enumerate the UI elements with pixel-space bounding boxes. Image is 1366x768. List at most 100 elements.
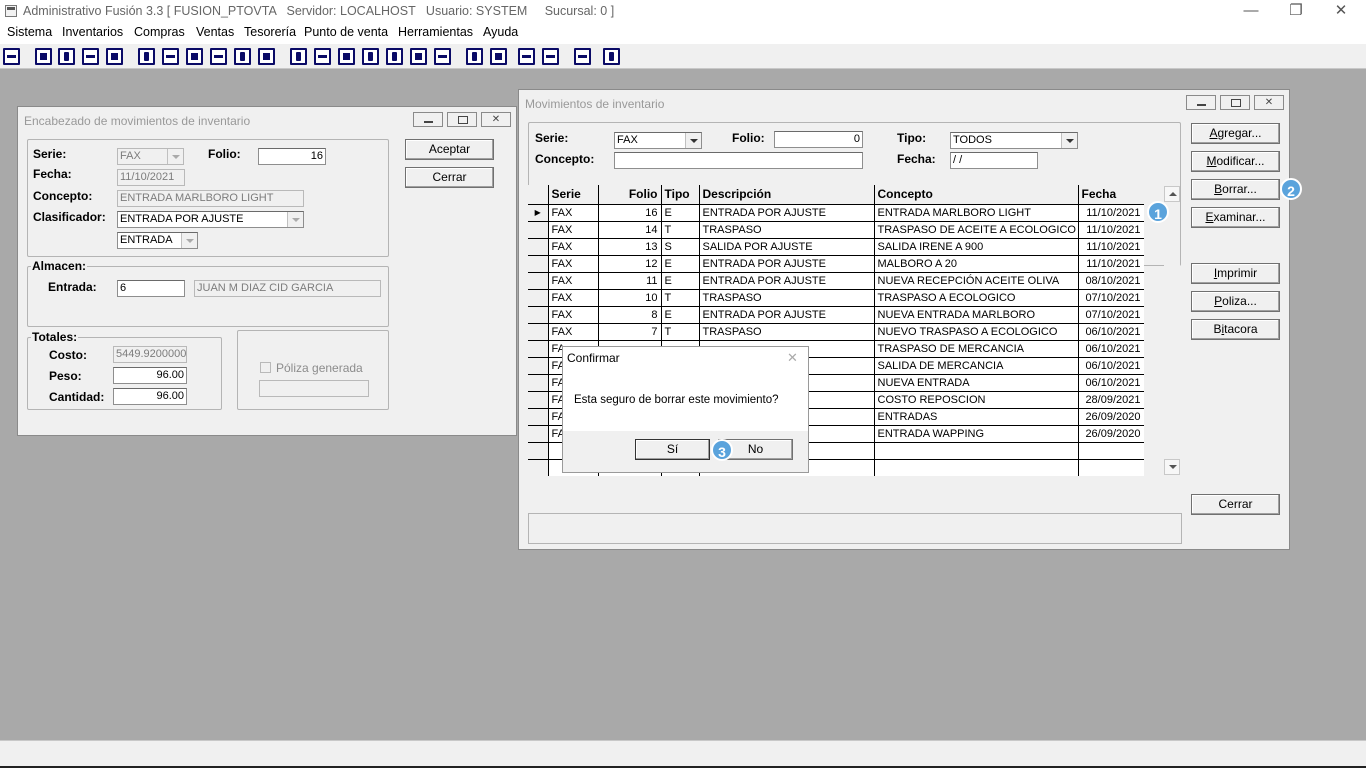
aceptar-button[interactable]: Aceptar xyxy=(405,139,494,160)
clipboard-icon[interactable] xyxy=(58,48,75,65)
table-row[interactable]: ▶ FAX 16 E ENTRADA POR AJUSTE ENTRADA MARLBOR… xyxy=(528,204,1144,222)
chevron-down-icon xyxy=(181,233,197,248)
encabezado-minimize-button[interactable] xyxy=(413,112,443,127)
cell-serie: FAX xyxy=(548,272,599,290)
menu-compras[interactable]: Compras xyxy=(134,25,185,39)
document-icon[interactable] xyxy=(35,48,52,65)
row-indicator xyxy=(528,408,549,426)
undo-icon[interactable] xyxy=(542,48,559,65)
col-folio[interactable]: Folio xyxy=(598,185,662,205)
close-app-button[interactable]: ✕ xyxy=(1318,1,1364,22)
mov-tipo-select[interactable]: TODOS xyxy=(950,132,1078,149)
imprimir-button[interactable]: Imprimir xyxy=(1191,263,1280,284)
menu-punto-de-venta[interactable]: Punto de venta xyxy=(304,25,388,39)
cell-fecha: 07/10/2021 xyxy=(1078,306,1144,324)
borrar-button[interactable]: Borrar... xyxy=(1191,179,1280,200)
movimientos-minimize-button[interactable] xyxy=(1186,95,1216,110)
table-row[interactable]: FAX 14 T TRASPASO TRASPASO DE ACEITE A ECOLO… xyxy=(528,221,1144,239)
table-row[interactable]: FAX 12 E ENTRADA POR AJUSTE MALBORO A 20 11/1… xyxy=(528,255,1144,273)
users-icon[interactable] xyxy=(290,48,307,65)
mov-fecha-field[interactable]: / / xyxy=(950,152,1038,169)
cerrar-encabezado-button[interactable]: Cerrar xyxy=(405,167,494,188)
tipo-select[interactable]: ENTRADA xyxy=(117,232,198,249)
encabezado-window: Encabezado de movimientos de inventario … xyxy=(17,106,517,436)
fecha-field: 11/10/2021 xyxy=(117,169,185,186)
col-serie[interactable]: Serie xyxy=(548,185,599,205)
export-icon[interactable] xyxy=(338,48,355,65)
menu-sistema[interactable]: Sistema xyxy=(7,25,52,39)
mov-concepto-field[interactable] xyxy=(614,152,863,169)
encabezado-close-button[interactable]: ✕ xyxy=(481,112,511,127)
report-icon[interactable] xyxy=(234,48,251,65)
restore-button[interactable]: ❐ xyxy=(1273,1,1319,22)
print-icon[interactable] xyxy=(210,48,227,65)
cell-folio: 10 xyxy=(598,289,662,307)
entrada-code-field[interactable]: 6 xyxy=(117,280,185,297)
cell-descripcion: TRASPASO xyxy=(699,221,875,239)
step-badge-3: 3 xyxy=(711,439,733,461)
modificar-button[interactable]: Modificar... xyxy=(1191,151,1280,172)
transfer-icon[interactable] xyxy=(82,48,99,65)
table-row[interactable]: FAX 10 T TRASPASO TRASPASO A ECOLOGICO 07/10/… xyxy=(528,289,1144,307)
clasificador-select[interactable]: ENTRADA POR AJUSTE xyxy=(117,211,304,228)
dialog-close-icon[interactable]: ✕ xyxy=(787,350,798,366)
search-doc-icon[interactable] xyxy=(106,48,123,65)
table-row[interactable]: FAX 11 E ENTRADA POR AJUSTE NUEVA RECEPCIÓN … xyxy=(528,272,1144,290)
movimientos-close-button[interactable]: ✕ xyxy=(1254,95,1284,110)
scroll-up-icon[interactable] xyxy=(1164,186,1180,202)
mov-folio-field[interactable]: 0 xyxy=(774,131,863,148)
table-row[interactable]: FAX 13 S SALIDA POR AJUSTE SALIDA IRENE A 90… xyxy=(528,238,1144,256)
col-fecha[interactable]: Fecha xyxy=(1078,185,1144,205)
mov-serie-label: Serie: xyxy=(535,131,569,145)
cell-tipo: S xyxy=(661,238,700,256)
cell-concepto: NUEVA RECEPCIÓN ACEITE OLIVA xyxy=(874,272,1079,290)
scroll-down-icon[interactable] xyxy=(1164,459,1180,475)
col-concepto[interactable]: Concepto xyxy=(874,185,1079,205)
home-icon[interactable] xyxy=(466,48,483,65)
menu-inventarios[interactable]: Inventarios xyxy=(62,25,123,39)
cantidad-field[interactable]: 96.00 xyxy=(113,388,187,405)
poliza-button[interactable]: Poliza... xyxy=(1191,291,1280,312)
currency-icon[interactable] xyxy=(386,48,403,65)
table-row[interactable]: FAX 8 E ENTRADA POR AJUSTE NUEVA ENTRADA MAR… xyxy=(528,306,1144,324)
menu-ayuda[interactable]: Ayuda xyxy=(483,25,518,39)
grid-scrollbar[interactable] xyxy=(1164,186,1180,475)
col-tipo[interactable]: Tipo xyxy=(661,185,700,205)
cell-serie: FAX xyxy=(548,221,599,239)
agregar-button[interactable]: Agregar... xyxy=(1191,123,1280,144)
cell-folio: 7 xyxy=(598,323,662,341)
encabezado-maximize-button[interactable] xyxy=(447,112,477,127)
examinar-button[interactable]: Examinar... xyxy=(1191,207,1280,228)
table-row[interactable]: FAX 7 T TRASPASO NUEVO TRASPASO A ECOLOGICO 0… xyxy=(528,323,1144,341)
mov-serie-select[interactable]: FAX xyxy=(614,132,702,149)
calculator-icon[interactable] xyxy=(3,48,20,65)
bitacora-button[interactable]: Bitacora xyxy=(1191,319,1280,340)
yes-button[interactable]: Sí xyxy=(635,439,710,460)
import-icon[interactable] xyxy=(186,48,203,65)
menu-herramientas[interactable]: Herramientas xyxy=(398,25,473,39)
zoom-icon[interactable] xyxy=(490,48,507,65)
peso-field[interactable]: 96.00 xyxy=(113,367,187,384)
cell-fecha: 11/10/2021 xyxy=(1078,221,1144,239)
refresh-icon[interactable] xyxy=(518,48,535,65)
cell-tipo: T xyxy=(661,221,700,239)
menu-tesoreria[interactable]: Tesorería xyxy=(244,25,296,39)
poliza-checkbox[interactable] xyxy=(260,362,271,373)
back-icon[interactable] xyxy=(574,48,591,65)
folder-icon[interactable] xyxy=(162,48,179,65)
cerrar-movimientos-button[interactable]: Cerrar xyxy=(1191,494,1280,515)
cell-concepto: NUEVO TRASPASO A ECOLOGICO xyxy=(874,323,1079,341)
add-icon[interactable] xyxy=(362,48,379,65)
cell-concepto: NUEVA ENTRADA xyxy=(874,374,1079,392)
note-icon[interactable] xyxy=(410,48,427,65)
user-icon[interactable] xyxy=(138,48,155,65)
minimize-button[interactable]: — xyxy=(1228,1,1274,22)
table-icon[interactable] xyxy=(434,48,451,65)
list-icon[interactable] xyxy=(258,48,275,65)
col-descripcion[interactable]: Descripción xyxy=(699,185,875,205)
menu-ventas[interactable]: Ventas xyxy=(196,25,234,39)
help-icon[interactable] xyxy=(603,48,620,65)
folio-field[interactable]: 16 xyxy=(258,148,326,165)
inbox-icon[interactable] xyxy=(314,48,331,65)
movimientos-maximize-button[interactable] xyxy=(1220,95,1250,110)
